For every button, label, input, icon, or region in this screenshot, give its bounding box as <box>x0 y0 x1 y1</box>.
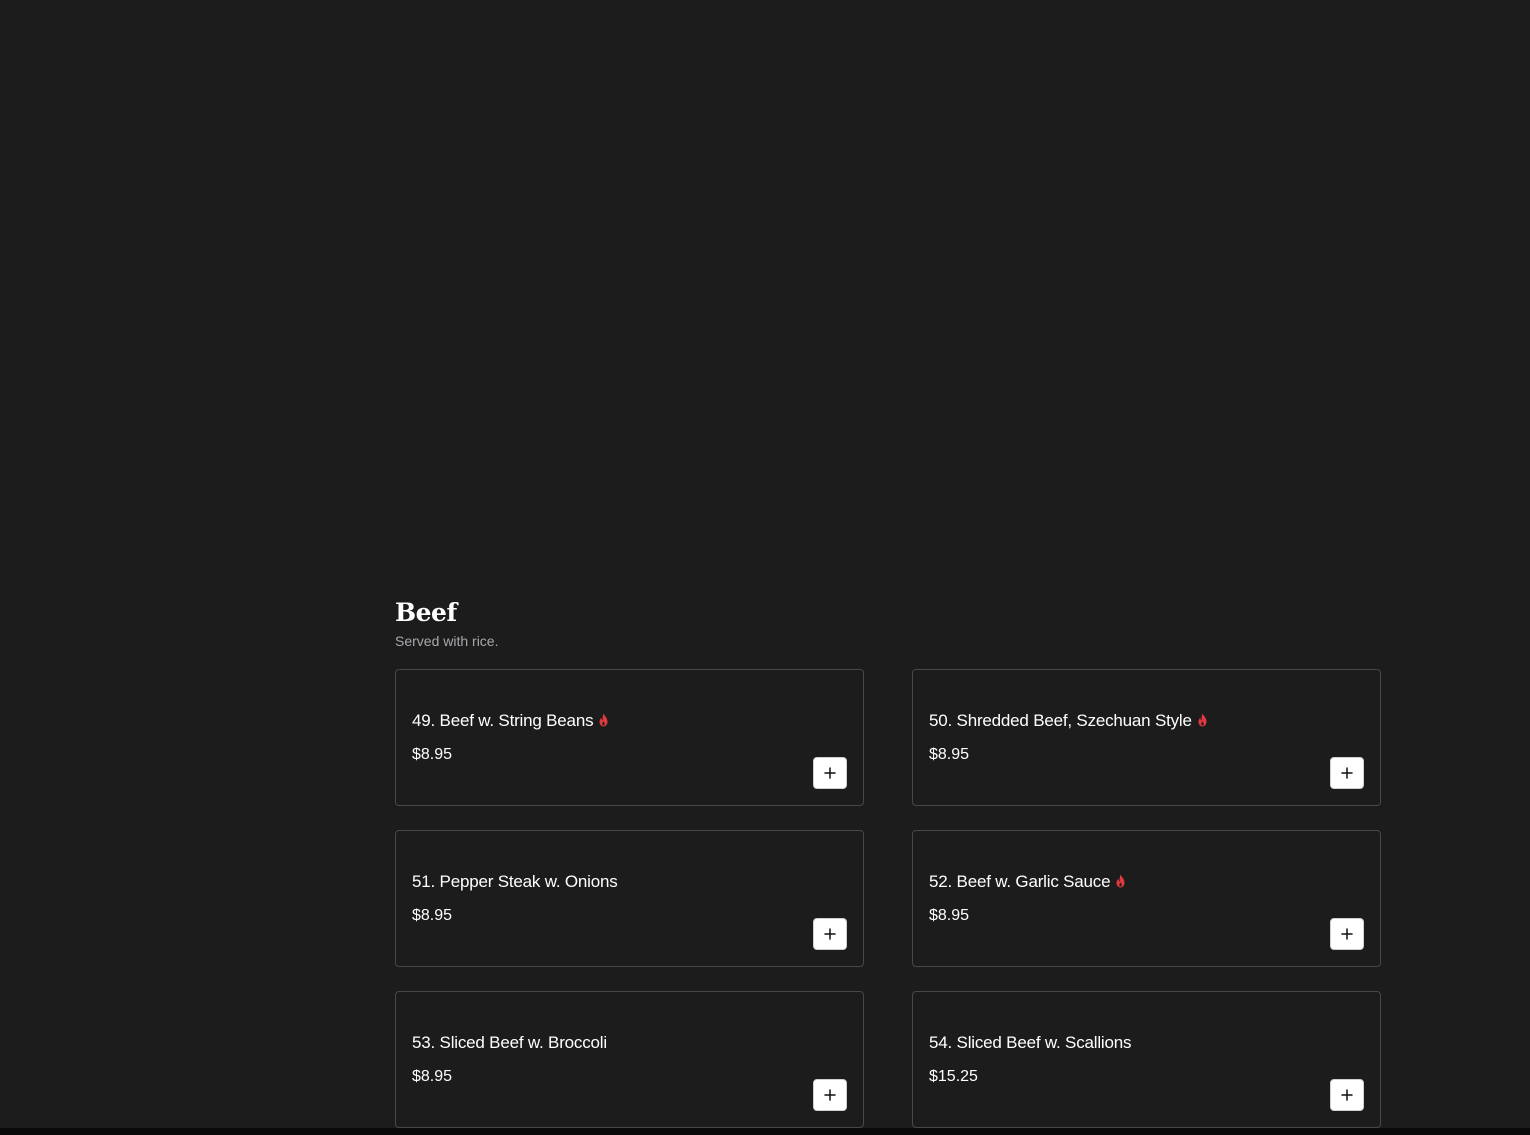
menu-item-card[interactable]: 51. Pepper Steak w. Onions $8.95 <box>395 830 864 967</box>
item-price: $8.95 <box>412 907 453 924</box>
add-item-button[interactable] <box>813 918 847 950</box>
item-price: $8.95 <box>412 746 453 763</box>
menu-category-section: Beef Served with rice. 49. Beef w. Strin… <box>395 596 1381 1128</box>
menu-page: Beef Served with rice. 49. Beef w. Strin… <box>0 0 1530 1135</box>
category-title: Beef <box>395 598 457 627</box>
plus-icon <box>1341 767 1353 779</box>
add-item-button[interactable] <box>813 1079 847 1111</box>
item-name-row: 54. Sliced Beef w. Scallions <box>929 1032 1131 1054</box>
menu-item-card[interactable]: 53. Sliced Beef w. Broccoli $8.95 <box>395 991 864 1128</box>
plus-icon <box>824 928 836 940</box>
menu-items-grid: 49. Beef w. String Beans $8.95 50. Shred… <box>395 669 1381 1128</box>
add-item-button[interactable] <box>1330 757 1364 789</box>
item-name-row: 51. Pepper Steak w. Onions <box>412 871 618 893</box>
add-item-button[interactable] <box>813 757 847 789</box>
menu-item-card[interactable]: 52. Beef w. Garlic Sauce $8.95 <box>912 830 1381 967</box>
item-price: $15.25 <box>929 1068 978 1085</box>
menu-item-card[interactable]: 54. Sliced Beef w. Scallions $15.25 <box>912 991 1381 1128</box>
item-name: 52. Beef w. Garlic Sauce <box>929 872 1111 891</box>
item-name: 49. Beef w. String Beans <box>412 711 594 730</box>
flame-icon <box>599 713 608 727</box>
item-name: 51. Pepper Steak w. Onions <box>412 872 618 891</box>
item-price: $8.95 <box>929 746 970 763</box>
flame-icon <box>1116 874 1125 888</box>
item-price: $8.95 <box>929 907 970 924</box>
item-name-row: 53. Sliced Beef w. Broccoli <box>412 1032 607 1054</box>
plus-icon <box>1341 928 1353 940</box>
item-name: 53. Sliced Beef w. Broccoli <box>412 1033 607 1052</box>
item-name: 54. Sliced Beef w. Scallions <box>929 1033 1132 1052</box>
plus-icon <box>824 1089 836 1101</box>
category-subtitle: Served with rice. <box>395 633 499 649</box>
add-item-button[interactable] <box>1330 918 1364 950</box>
item-name-row: 49. Beef w. String Beans <box>412 710 610 732</box>
flame-icon <box>1198 713 1207 727</box>
menu-item-card[interactable]: 49. Beef w. String Beans $8.95 <box>395 669 864 806</box>
plus-icon <box>1341 1089 1353 1101</box>
item-name-row: 50. Shredded Beef, Szechuan Style <box>929 710 1209 732</box>
item-name-row: 52. Beef w. Garlic Sauce <box>929 871 1127 893</box>
bottom-edge-bar <box>0 1128 1530 1135</box>
add-item-button[interactable] <box>1330 1079 1364 1111</box>
menu-item-card[interactable]: 50. Shredded Beef, Szechuan Style $8.95 <box>912 669 1381 806</box>
plus-icon <box>824 767 836 779</box>
item-name: 50. Shredded Beef, Szechuan Style <box>929 711 1192 730</box>
item-price: $8.95 <box>412 1068 453 1085</box>
